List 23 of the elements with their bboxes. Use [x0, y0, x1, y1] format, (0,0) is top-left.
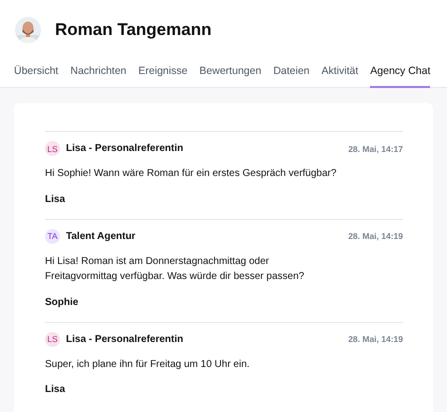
tab[interactable]: Ereignisse	[138, 62, 188, 88]
sender-avatar: LS	[45, 332, 60, 346]
message-text: Hi Sophie! Wann wäre Roman für ein erstes Gespräch verfügbar?	[45, 167, 338, 181]
sender-name: Lisa - Personalreferentin	[66, 143, 184, 154]
tab[interactable]: Dateien	[273, 62, 310, 88]
message-time: 28. Mai, 14:17	[348, 144, 403, 154]
message-text: Hi Lisa! Roman ist am Donnerstagnachmittag oder	[45, 254, 270, 268]
sender-avatar: TA	[45, 228, 60, 244]
sender-avatar: LS	[45, 141, 60, 156]
message-signature: Sophie	[45, 296, 80, 308]
message-signature: Lisa	[45, 194, 66, 204]
tab[interactable]: Bewertungen	[199, 62, 262, 88]
message-text: Freitagvormittag verfügbar. Was würde dir besser passen?	[45, 270, 306, 284]
tab[interactable]: Aktivität	[322, 62, 358, 88]
message-text: Super, ich plane ihn für Freitag um 10 Uhr ein.	[45, 358, 251, 372]
message-time: 28. Mai, 14:19	[348, 334, 403, 344]
sender-name: Talent Agentur	[66, 230, 136, 242]
tab[interactable]: Nachrichten	[70, 62, 126, 88]
profile-name: Roman Tangemann	[55, 20, 212, 40]
message-time: 28. Mai, 14:19	[348, 231, 403, 241]
message-signature: Lisa	[45, 384, 66, 395]
sender-name: Lisa - Personalreferentin	[66, 334, 184, 344]
tab[interactable]: Übersicht	[14, 62, 58, 88]
